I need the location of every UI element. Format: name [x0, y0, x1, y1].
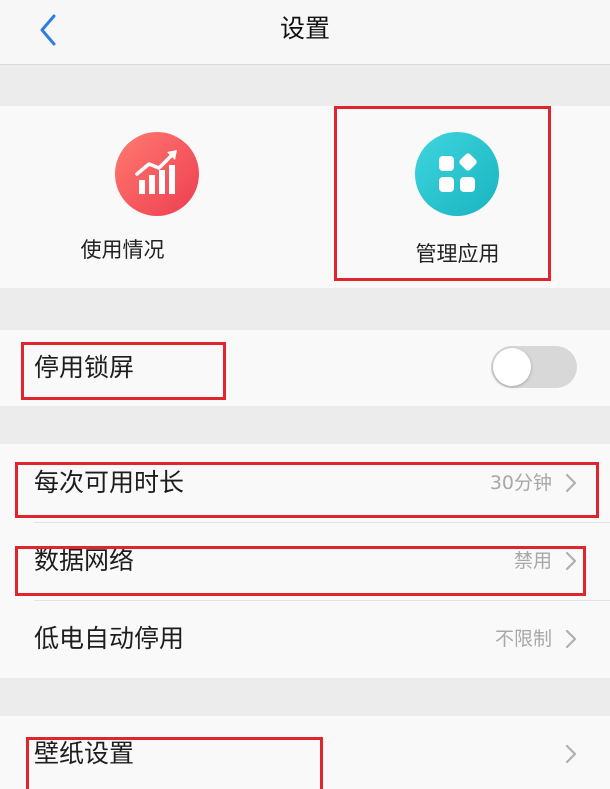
time-limit-row[interactable]: 每次可用时长 30分钟 — [0, 444, 610, 522]
usage-stats-tile[interactable]: 使用情况 — [0, 106, 305, 288]
apps-panel: 使用情况 管理应用 — [0, 106, 610, 288]
chevron-right-icon — [565, 473, 577, 493]
chevron-right-icon — [565, 551, 577, 571]
settings-page: 设置 使用情况 管理应用 停用锁屏 每次可用时长 30分钟 数据网络 禁用 低电… — [0, 0, 610, 789]
wallpaper-panel: 壁纸设置 — [0, 716, 610, 789]
disable-lock-row: 停用锁屏 — [0, 330, 610, 406]
low-battery-label: 低电自动停用 — [34, 624, 185, 653]
chevron-right-icon — [565, 629, 577, 649]
settings-list: 每次可用时长 30分钟 数据网络 禁用 低电自动停用 不限制 — [0, 444, 610, 678]
chevron-right-icon — [565, 744, 577, 764]
manage-apps-label: 管理应用 — [415, 242, 500, 266]
header-bar: 设置 — [0, 0, 610, 65]
wallpaper-label: 壁纸设置 — [34, 739, 135, 768]
time-limit-label: 每次可用时长 — [34, 468, 185, 497]
apps-grid-icon — [439, 153, 477, 192]
manage-apps-tile[interactable]: 管理应用 — [305, 106, 610, 288]
mobile-data-value: 禁用 — [513, 550, 552, 572]
low-battery-value: 不限制 — [494, 628, 552, 650]
time-limit-value: 30分钟 — [489, 472, 552, 494]
mobile-data-row[interactable]: 数据网络 禁用 — [0, 522, 610, 600]
wallpaper-row[interactable]: 壁纸设置 — [0, 716, 610, 789]
toggle-knob — [493, 348, 531, 386]
manage-icon-circle — [415, 132, 499, 216]
usage-stats-label: 使用情况 — [80, 238, 165, 262]
disable-lock-toggle[interactable] — [491, 346, 577, 388]
page-title: 设置 — [279, 14, 330, 43]
lock-panel: 停用锁屏 — [0, 330, 610, 406]
disable-lock-label: 停用锁屏 — [34, 353, 135, 382]
chart-trend-icon — [135, 150, 177, 194]
low-battery-row[interactable]: 低电自动停用 不限制 — [0, 600, 610, 678]
usage-icon-circle — [115, 132, 199, 216]
mobile-data-label: 数据网络 — [34, 546, 135, 575]
